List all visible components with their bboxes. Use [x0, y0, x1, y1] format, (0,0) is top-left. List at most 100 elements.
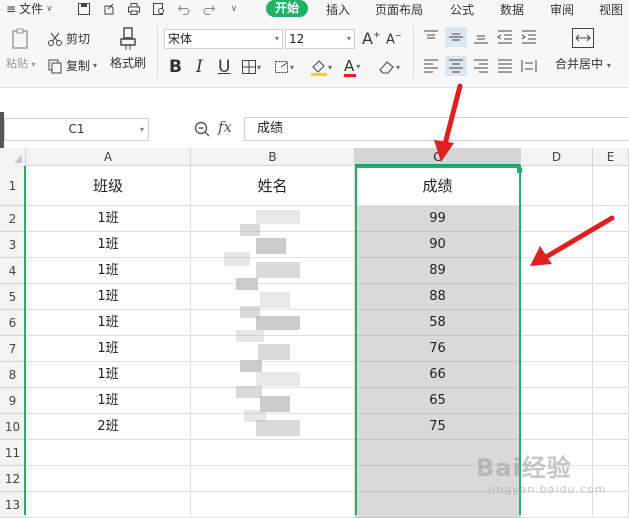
- export-icon[interactable]: [101, 2, 117, 16]
- cell-d5[interactable]: [521, 284, 593, 310]
- column-header-d[interactable]: D: [521, 148, 593, 166]
- distributed-align-icon[interactable]: [521, 59, 537, 73]
- cell-d10[interactable]: [521, 414, 593, 440]
- cell-c9[interactable]: 65: [355, 388, 521, 414]
- fill-color-icon[interactable]: ▾: [310, 58, 332, 76]
- cell-e7[interactable]: [593, 336, 629, 362]
- cell-e2[interactable]: [593, 206, 629, 232]
- cell-c5[interactable]: 88: [355, 284, 521, 310]
- cell-a9[interactable]: 1班: [26, 388, 191, 414]
- align-middle-icon[interactable]: [445, 27, 467, 47]
- row-header-7[interactable]: 7: [0, 336, 26, 362]
- cell-e10[interactable]: [593, 414, 629, 440]
- cell-a2[interactable]: 1班: [26, 206, 191, 232]
- cell-a7[interactable]: 1班: [26, 336, 191, 362]
- cell-c3[interactable]: 90: [355, 232, 521, 258]
- print-preview-icon[interactable]: [151, 2, 167, 16]
- increase-indent-icon[interactable]: [521, 30, 537, 44]
- decrease-font-size-icon[interactable]: A−: [386, 31, 402, 47]
- cell-c6[interactable]: 58: [355, 310, 521, 336]
- cell-a6[interactable]: 1班: [26, 310, 191, 336]
- cell-c8[interactable]: 66: [355, 362, 521, 388]
- align-left-icon[interactable]: [423, 59, 439, 73]
- cell-a10[interactable]: 2班: [26, 414, 191, 440]
- tab-view[interactable]: 视图: [599, 1, 623, 18]
- cell-e3[interactable]: [593, 232, 629, 258]
- cell-a11[interactable]: [26, 440, 191, 466]
- merge-center-button[interactable]: 合并居中 ▾: [555, 27, 611, 72]
- align-top-icon[interactable]: [423, 30, 439, 44]
- cell-c10[interactable]: 75: [355, 414, 521, 440]
- tab-insert[interactable]: 插入: [326, 1, 350, 18]
- formula-input[interactable]: 成绩: [244, 117, 629, 141]
- cell-c1[interactable]: 成绩: [355, 166, 521, 206]
- font-name-select[interactable]: 宋体 ▾: [164, 29, 283, 49]
- italic-icon[interactable]: I: [196, 57, 203, 77]
- paste-button[interactable]: 粘贴 ▾: [6, 27, 36, 71]
- cell-b11[interactable]: [191, 440, 355, 466]
- row-header-2[interactable]: 2: [0, 206, 26, 232]
- clear-format-icon[interactable]: ▾: [378, 59, 400, 75]
- cell-b1[interactable]: 姓名: [191, 166, 355, 206]
- row-header-11[interactable]: 11: [0, 440, 26, 466]
- align-center-icon[interactable]: [445, 56, 467, 76]
- tab-review[interactable]: 审阅: [550, 1, 574, 18]
- cell-d1[interactable]: [521, 166, 593, 206]
- cell-d4[interactable]: [521, 258, 593, 284]
- tab-data[interactable]: 数据: [500, 1, 524, 18]
- font-size-select[interactable]: 12 ▾: [285, 29, 355, 49]
- cell-e1[interactable]: [593, 166, 629, 206]
- format-painter-button[interactable]: 格式刷: [110, 27, 146, 71]
- increase-font-size-icon[interactable]: A+: [362, 29, 381, 48]
- row-header-6[interactable]: 6: [0, 310, 26, 336]
- save-icon[interactable]: [76, 2, 92, 16]
- cell-a13[interactable]: [26, 492, 191, 518]
- row-header-12[interactable]: 12: [0, 466, 26, 492]
- cell-c7[interactable]: 76: [355, 336, 521, 362]
- row-header-8[interactable]: 8: [0, 362, 26, 388]
- cell-a8[interactable]: 1班: [26, 362, 191, 388]
- cell-d7[interactable]: [521, 336, 593, 362]
- customize-quick-access-icon[interactable]: ∨: [226, 2, 242, 16]
- cell-a12[interactable]: [26, 466, 191, 492]
- select-all-corner[interactable]: [0, 148, 26, 166]
- tab-home[interactable]: 开始: [266, 0, 309, 17]
- tab-formulas[interactable]: 公式: [450, 1, 474, 18]
- cell-a4[interactable]: 1班: [26, 258, 191, 284]
- cell-b13[interactable]: [191, 492, 355, 518]
- cell-c4[interactable]: 89: [355, 258, 521, 284]
- cell-a1[interactable]: 班级: [26, 166, 191, 206]
- align-right-icon[interactable]: [473, 59, 489, 73]
- justify-icon[interactable]: [497, 59, 513, 73]
- redo-icon[interactable]: [201, 2, 217, 16]
- cell-b12[interactable]: [191, 466, 355, 492]
- font-color-icon[interactable]: A ▾: [344, 57, 360, 77]
- borders-icon[interactable]: ▾: [241, 59, 261, 75]
- undo-icon[interactable]: [176, 2, 192, 16]
- copy-button[interactable]: 复制 ▾: [47, 57, 97, 74]
- row-header-9[interactable]: 9: [0, 388, 26, 414]
- cell-d3[interactable]: [521, 232, 593, 258]
- cell-d6[interactable]: [521, 310, 593, 336]
- underline-icon[interactable]: U: [218, 57, 230, 77]
- row-header-10[interactable]: 10: [0, 414, 26, 440]
- cell-e4[interactable]: [593, 258, 629, 284]
- file-menu[interactable]: ≡ 文件 ∨: [0, 0, 76, 17]
- cell-d8[interactable]: [521, 362, 593, 388]
- function-icon[interactable]: fx: [218, 118, 232, 136]
- cell-a3[interactable]: 1班: [26, 232, 191, 258]
- cell-e5[interactable]: [593, 284, 629, 310]
- row-header-3[interactable]: 3: [0, 232, 26, 258]
- bold-icon[interactable]: B: [169, 57, 182, 77]
- fill-handle[interactable]: [517, 168, 522, 173]
- name-box[interactable]: C1 ▾: [4, 118, 149, 141]
- column-header-e[interactable]: E: [593, 148, 629, 166]
- row-header-1[interactable]: 1: [0, 166, 26, 206]
- cell-d2[interactable]: [521, 206, 593, 232]
- tab-page-layout[interactable]: 页面布局: [375, 1, 423, 18]
- column-header-b[interactable]: B: [191, 148, 355, 166]
- cell-d9[interactable]: [521, 388, 593, 414]
- cell-a5[interactable]: 1班: [26, 284, 191, 310]
- row-header-4[interactable]: 4: [0, 258, 26, 284]
- decrease-indent-icon[interactable]: [497, 30, 513, 44]
